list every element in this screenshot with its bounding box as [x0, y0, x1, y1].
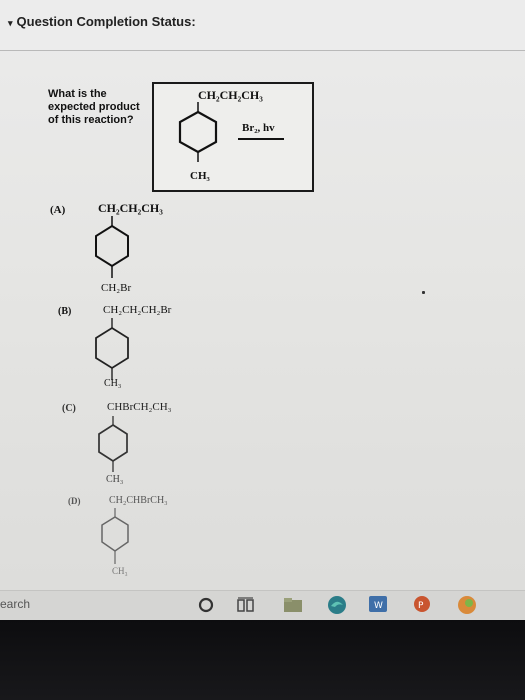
- question-line-1: What is the: [48, 88, 107, 100]
- choice-d-label[interactable]: (D): [68, 496, 81, 506]
- svg-text:P: P: [418, 601, 424, 611]
- reactant-bottom-group: CH₃: [190, 170, 210, 182]
- choice-b-label[interactable]: (B): [58, 306, 71, 317]
- status-title-text: Question Completion Status:: [16, 14, 196, 29]
- choice-b-ring-icon: [95, 318, 129, 380]
- question-status-header: ▾ Question Completion Status:: [0, 0, 525, 51]
- reaction-scheme-box: CH₂CH₂CH₃ CH₃ Br₂, hv: [152, 82, 314, 192]
- screen: ▾ Question Completion Status: What is the…: [0, 0, 525, 618]
- choice-b-bottom: CH₃: [104, 378, 122, 389]
- question-line-3: of this reaction?: [48, 114, 134, 126]
- choice-d-ring-icon: [101, 508, 129, 564]
- choice-b-top: CH₂CH₂CH₂Br: [103, 304, 172, 316]
- choice-c-ring-icon: [98, 416, 128, 472]
- edge-browser-icon[interactable]: [326, 594, 348, 616]
- question-line-2: expected product: [48, 101, 140, 113]
- powerpoint-icon[interactable]: P: [412, 595, 432, 613]
- choice-c-label[interactable]: (C): [62, 403, 76, 414]
- reactant-top-group: CH₂CH₂CH₃: [198, 88, 263, 102]
- choice-c-top: CHBrCH₂CH₃: [107, 401, 172, 413]
- svg-text:W: W: [374, 601, 383, 611]
- word-icon[interactable]: W: [368, 595, 388, 613]
- taskbar: [0, 590, 525, 621]
- choice-d-top: CH₂CHBrCH₃: [109, 495, 168, 506]
- chevron-down-icon[interactable]: ▾: [8, 18, 13, 28]
- choice-a-label[interactable]: (A): [50, 204, 65, 216]
- choice-c-bottom: CH₃: [106, 474, 124, 485]
- question-text: What is the expected product of this rea…: [48, 88, 158, 127]
- choice-a-top: CH₂CH₂CH₃: [98, 201, 163, 215]
- choice-a-bottom: CH₂Br: [101, 282, 132, 294]
- choice-d-bottom: CH₃: [112, 566, 128, 576]
- cortana-icon[interactable]: [198, 597, 214, 613]
- taskbar-search-text[interactable]: earch: [0, 597, 30, 611]
- reagent-label: Br₂, hv: [242, 122, 275, 134]
- benzene-ring-icon: [178, 102, 218, 162]
- task-view-icon[interactable]: [237, 597, 255, 613]
- choice-a-ring-icon: [95, 216, 129, 278]
- status-title[interactable]: ▾ Question Completion Status:: [8, 14, 196, 29]
- file-explorer-icon[interactable]: [283, 597, 303, 613]
- mouse-cursor: [422, 291, 425, 294]
- reaction-arrow: [238, 138, 284, 140]
- monitor-bezel: [0, 620, 525, 700]
- photos-app-icon[interactable]: [456, 594, 478, 616]
